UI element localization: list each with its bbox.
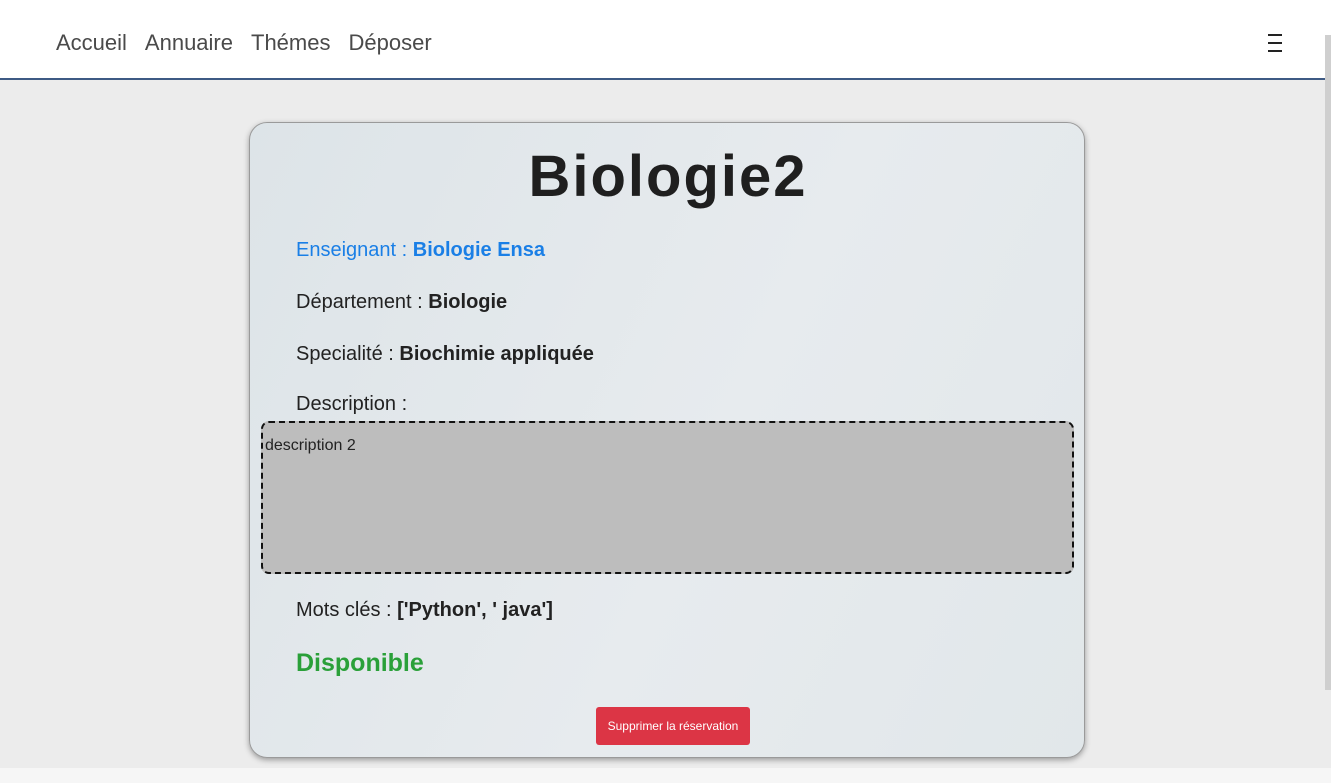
keywords-label: Mots clés : — [296, 599, 398, 621]
description-box: description 2 — [261, 421, 1074, 574]
keywords-row: Mots clés : ['Python', ' java'] — [296, 599, 553, 622]
nav-link-annuaire[interactable]: Annuaire — [145, 30, 233, 56]
department-row: Département : Biologie — [296, 291, 507, 314]
teacher-row: Enseignant : Biologie Ensa — [296, 239, 545, 262]
speciality-row: Specialité : Biochimie appliquée — [296, 343, 594, 366]
delete-reservation-button[interactable]: Supprimer la réservation — [596, 707, 750, 745]
teacher-link[interactable]: Biologie Ensa — [413, 239, 545, 261]
speciality-label: Specialité : — [296, 343, 400, 365]
nav-links: Accueil Annuaire Thémes Déposer — [56, 30, 432, 56]
scrollbar[interactable] — [1325, 35, 1331, 690]
top-navbar: Accueil Annuaire Thémes Déposer — [0, 0, 1331, 80]
subject-title: Biologie2 — [528, 144, 808, 209]
teacher-label: Enseignant : — [296, 239, 413, 261]
nav-link-themes[interactable]: Thémes — [251, 30, 330, 56]
department-label: Département : — [296, 291, 429, 313]
subject-card: Biologie2 Enseignant : Biologie Ensa Dép… — [249, 122, 1085, 758]
keywords-value: ['Python', ' java'] — [397, 599, 553, 621]
nav-link-accueil[interactable]: Accueil — [56, 30, 127, 56]
hamburger-icon[interactable] — [1268, 34, 1282, 54]
page-bottom-band — [0, 768, 1331, 783]
nav-link-deposer[interactable]: Déposer — [348, 30, 431, 56]
description-label: Description : — [296, 393, 408, 415]
department-value: Biologie — [428, 291, 508, 313]
status-badge: Disponible — [296, 649, 424, 677]
speciality-value: Biochimie appliquée — [399, 343, 594, 365]
